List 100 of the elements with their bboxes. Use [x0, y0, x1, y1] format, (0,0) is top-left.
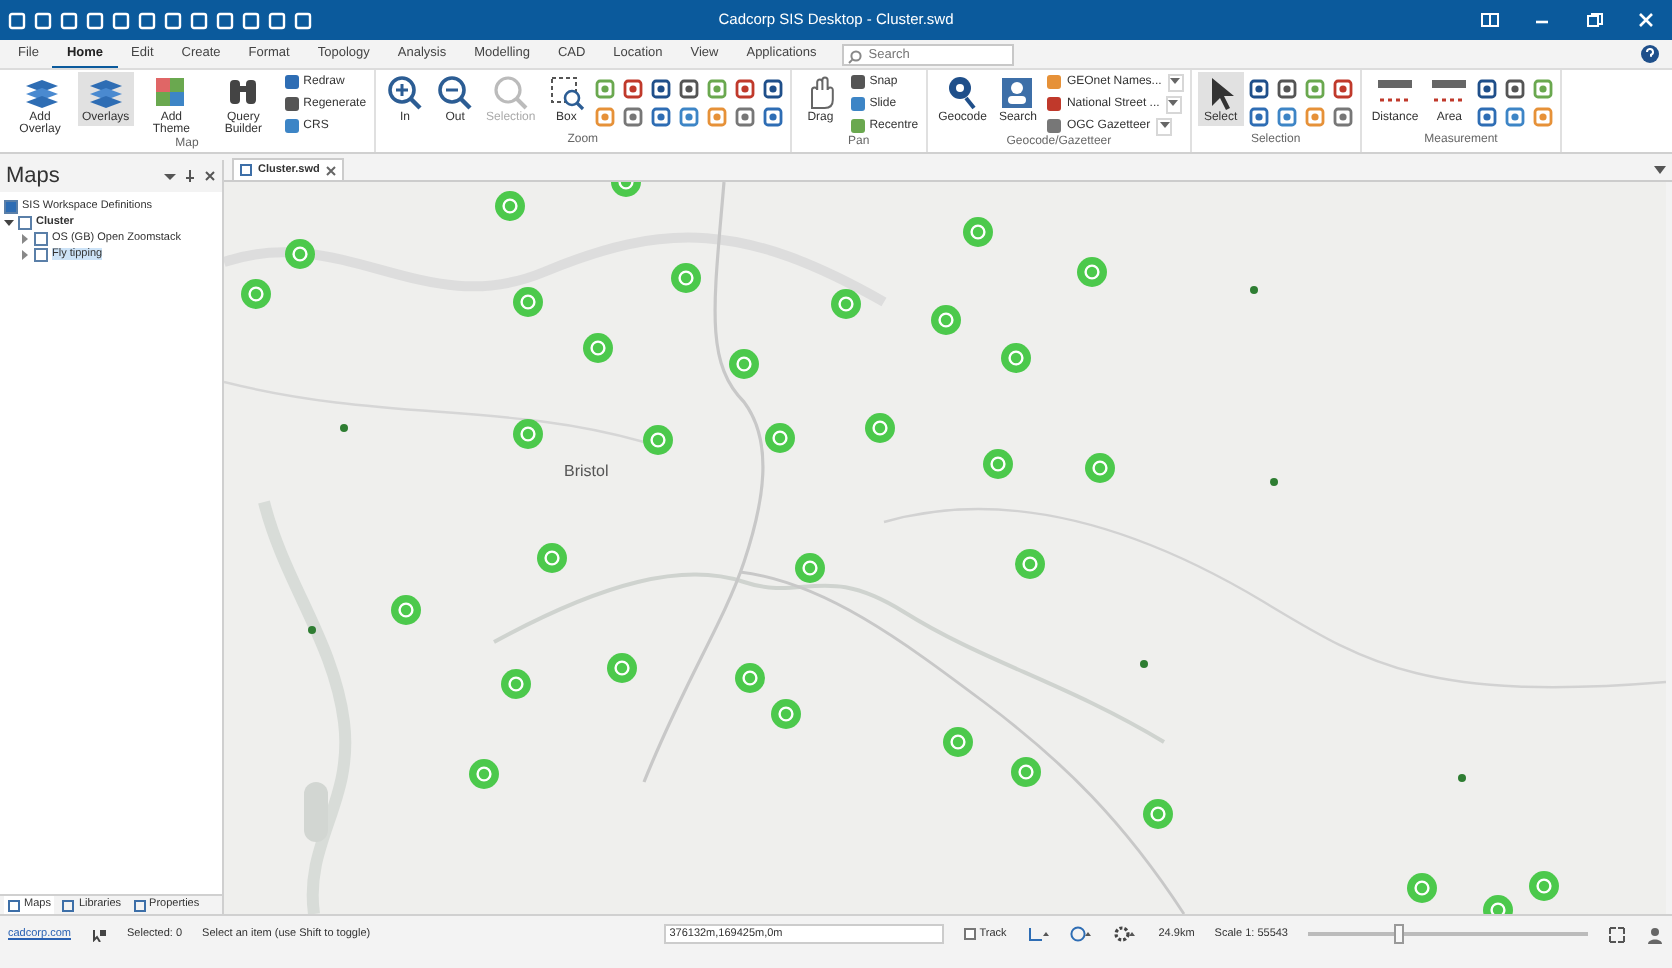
search-person-icon [998, 74, 1037, 112]
place-label: Bristol [564, 462, 609, 480]
cluster-marker[interactable] [1001, 343, 1031, 373]
cluster-marker[interactable] [391, 595, 421, 625]
tool-icon[interactable] [1476, 78, 1499, 100]
globe-icon[interactable] [1070, 926, 1095, 942]
expanded-caret-icon[interactable] [4, 217, 14, 227]
tool-icon[interactable] [1331, 106, 1354, 128]
cluster-marker[interactable] [1015, 549, 1045, 579]
close-icon[interactable] [325, 165, 336, 175]
cluster-marker[interactable] [1077, 257, 1107, 287]
cluster-marker[interactable] [583, 333, 613, 363]
point-marker[interactable] [1270, 478, 1278, 486]
tool-icon[interactable] [677, 106, 700, 128]
cluster-marker[interactable] [1483, 895, 1513, 914]
cluster-marker[interactable] [607, 653, 637, 683]
cluster-marker[interactable] [831, 289, 861, 319]
tool-icon[interactable] [1504, 106, 1527, 128]
tab-icon [62, 899, 75, 911]
layers-icon [21, 74, 59, 112]
restore-layout-icon[interactable] [1480, 10, 1500, 30]
point-marker[interactable] [340, 424, 348, 432]
cluster-marker[interactable] [963, 217, 993, 247]
cluster-marker[interactable] [501, 669, 531, 699]
point-marker[interactable] [1140, 660, 1148, 668]
close-icon[interactable] [204, 170, 216, 182]
cluster-marker[interactable] [931, 305, 961, 335]
panel-title: Maps [6, 163, 60, 189]
cluster-marker[interactable] [1011, 757, 1041, 787]
caret-icon [1170, 78, 1181, 86]
tool-icon[interactable] [621, 106, 644, 128]
caret-icon [1168, 100, 1179, 108]
user-icon[interactable] [1646, 925, 1664, 943]
zoom-in-icon [386, 74, 425, 112]
magnifier-icon [491, 74, 530, 112]
point-marker[interactable] [1458, 774, 1466, 782]
cluster-marker[interactable] [643, 425, 673, 455]
selection-icon [91, 927, 107, 941]
cluster-marker[interactable] [729, 349, 759, 379]
cluster-marker[interactable] [735, 663, 765, 693]
tool-icon[interactable] [1247, 106, 1270, 128]
pin-icon[interactable] [184, 170, 196, 182]
cluster-marker[interactable] [1085, 453, 1115, 483]
zoom-out-icon [436, 74, 475, 112]
cluster-marker[interactable] [983, 449, 1013, 479]
tool-icon[interactable] [761, 78, 784, 100]
cluster-marker[interactable] [771, 699, 801, 729]
tool-icon[interactable] [1275, 106, 1298, 128]
tab-icon [8, 899, 20, 911]
tool-icon[interactable] [649, 78, 672, 100]
cluster-marker[interactable] [469, 759, 499, 789]
cluster-marker[interactable] [671, 263, 701, 293]
maximize-icon[interactable] [1584, 10, 1604, 30]
cluster-marker[interactable] [1529, 871, 1559, 901]
dropdown-handle[interactable] [1167, 73, 1184, 91]
tool-icon[interactable] [1504, 78, 1527, 100]
cluster-marker[interactable] [865, 413, 895, 443]
point-marker[interactable] [1250, 286, 1258, 294]
map-drawing[interactable]: Bristol [224, 182, 1666, 914]
axis-icon[interactable] [1026, 926, 1051, 942]
lake-shape [304, 782, 328, 842]
cluster-marker[interactable] [765, 423, 795, 453]
cluster-marker[interactable] [795, 553, 825, 583]
caret-icon[interactable] [1654, 164, 1666, 176]
cluster-marker[interactable] [513, 287, 543, 317]
track-checkbox[interactable] [963, 928, 976, 940]
tool-icon[interactable] [1476, 106, 1499, 128]
tool-icon[interactable] [1331, 78, 1354, 100]
cluster-marker[interactable] [513, 419, 543, 449]
cluster-marker[interactable] [1143, 799, 1173, 829]
help-icon[interactable] [1640, 44, 1660, 64]
cluster-marker[interactable] [285, 239, 315, 269]
tab-icon [133, 899, 146, 911]
point-marker[interactable] [308, 626, 316, 634]
slider-thumb[interactable] [1394, 924, 1405, 944]
collapsed-caret-icon[interactable] [20, 233, 30, 243]
dashed-box-icon [547, 74, 586, 112]
tool-icon[interactable] [1275, 78, 1298, 100]
caret-icon [1159, 122, 1170, 130]
tool-icon[interactable] [733, 78, 756, 100]
cluster-marker[interactable] [611, 182, 641, 197]
settings-icon[interactable] [1114, 926, 1139, 942]
search-icon [848, 49, 863, 63]
cluster-marker[interactable] [241, 279, 271, 309]
tool-icon[interactable] [677, 78, 700, 100]
dropdown-handle[interactable] [1156, 117, 1173, 135]
cluster-marker[interactable] [537, 543, 567, 573]
zoom-extent-icon[interactable] [1608, 925, 1626, 943]
tool-icon[interactable] [621, 78, 644, 100]
tool-icon[interactable] [649, 106, 672, 128]
tool-icon[interactable] [761, 106, 784, 128]
cluster-marker[interactable] [495, 191, 525, 221]
tool-icon[interactable] [733, 106, 756, 128]
layers-icon [86, 74, 125, 112]
dropdown-handle[interactable] [1165, 95, 1182, 113]
collapsed-caret-icon[interactable] [20, 249, 30, 259]
tool-icon[interactable] [1247, 78, 1270, 100]
cluster-marker[interactable] [943, 727, 973, 757]
caret-icon[interactable] [164, 170, 176, 182]
cluster-marker[interactable] [1407, 873, 1437, 903]
